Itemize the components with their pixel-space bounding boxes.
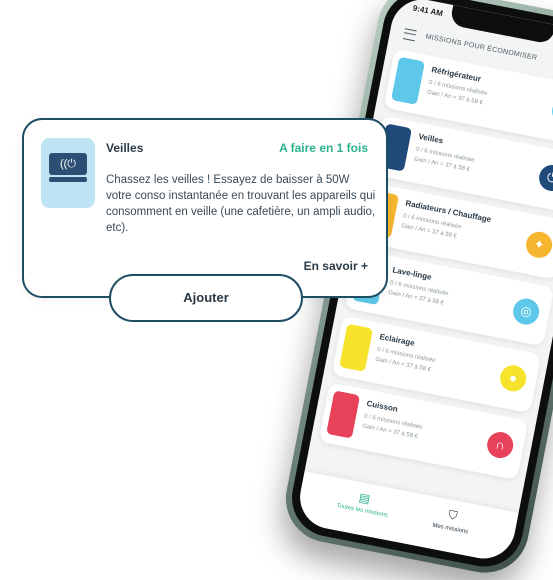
mission-frequency: A faire en 1 fois xyxy=(279,141,368,155)
lightbulb-icon: ● xyxy=(497,363,529,394)
tab-toutes-les-missions[interactable]: ▤ Toutes les missions xyxy=(322,484,405,522)
mission-name: Lave-linge xyxy=(391,265,433,282)
add-button[interactable]: Ajouter xyxy=(109,274,303,322)
fan-icon: ✦ xyxy=(523,229,553,261)
power-icon: ⏻ xyxy=(536,162,553,194)
menu-icon[interactable] xyxy=(402,28,417,42)
mission-detail-card: ((⏻ Veilles A faire en 1 fois Chassez le… xyxy=(22,118,388,298)
mission-name: Eclairage xyxy=(378,332,416,348)
mission-name: Cuisson xyxy=(365,398,399,414)
mission-name: Veilles xyxy=(417,131,444,146)
standby-icon: ((⏻ xyxy=(49,153,87,175)
device-base xyxy=(49,177,87,182)
mission-thumbnail xyxy=(339,323,374,372)
mission-description: Chassez les veilles ! Essayez de baisser… xyxy=(106,174,376,234)
mission-thumbnail xyxy=(391,56,425,105)
status-time: 9:41 AM xyxy=(412,3,444,19)
mission-title: Veilles xyxy=(106,141,144,155)
washing-machine-icon: ◎ xyxy=(510,296,542,327)
cooking-icon: ∩ xyxy=(484,429,516,461)
veilles-thumbnail: ((⏻ xyxy=(41,138,95,208)
mission-thumbnail xyxy=(326,390,361,439)
tab-mes-missions[interactable]: ⛉ Mes missions xyxy=(410,501,493,540)
learn-more-link[interactable]: En savoir + xyxy=(304,259,368,273)
